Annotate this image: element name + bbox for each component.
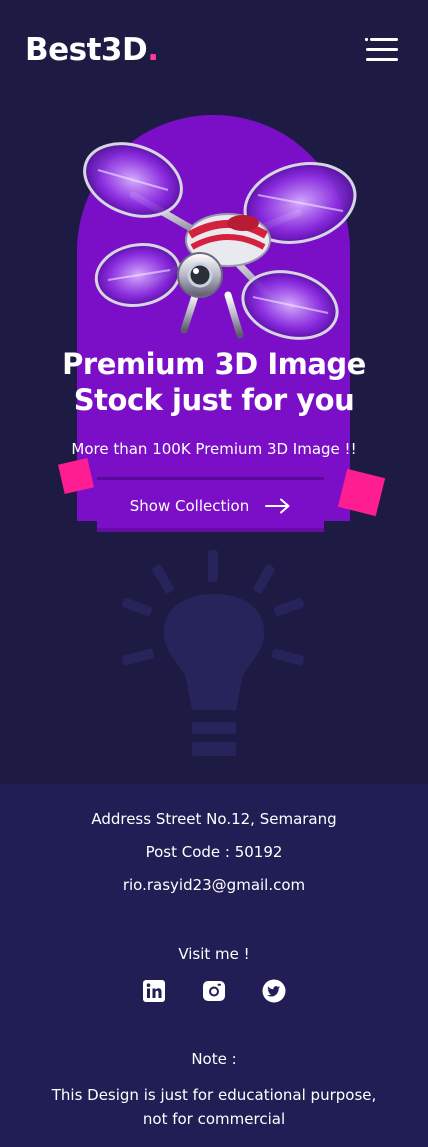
footer: Address Street No.12, Semarang Post Code… [0,784,428,1147]
hero-section: Premium 3D Image Stock just for you More… [0,80,428,784]
show-collection-label: Show Collection [129,497,250,515]
note-line-2: not for commercial [142,1110,286,1128]
logo-text: Best3D [25,32,148,68]
address-text: Address Street No.12, Semarang [91,810,337,828]
hero-title-line-2: Stock just for you [73,383,355,417]
twitter-icon[interactable] [262,979,286,1003]
show-collection-button[interactable]: Show Collection [97,480,324,532]
linkedin-icon[interactable] [142,979,166,1003]
instagram-icon[interactable] [202,979,226,1003]
logo-dot: . [147,32,159,68]
page: Best3D. Premium 3D Image Stock just for … [0,0,428,1147]
note-label: Note : [191,1050,237,1068]
email-text[interactable]: rio.rasyid23@gmail.com [0,875,428,895]
visit-me-label: Visit me ! [178,945,250,963]
drone-image [83,142,357,340]
menu-button[interactable] [364,36,400,64]
arrow-right-icon [265,498,290,514]
hamburger-menu-icon [364,37,398,61]
lightbulb-icon [121,550,305,756]
hero-subtitle: More than 100K Premium 3D Image !! [71,440,357,458]
hero-title-line-1: Premium 3D Image [62,347,366,381]
social-links [0,979,428,1003]
post-code-text: Post Code : 50192 [145,843,283,861]
logo[interactable]: Best3D. [25,30,159,70]
note-line-1: This Design is just for educational purp… [51,1086,377,1104]
hero-title: Premium 3D Image Stock just for you [0,346,428,418]
